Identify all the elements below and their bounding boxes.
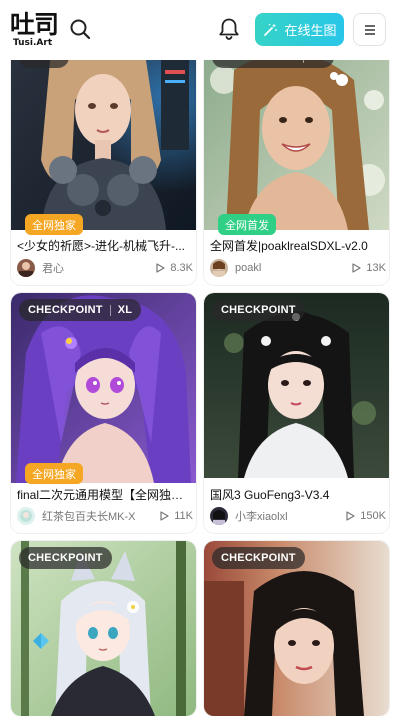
model-type-badge: CHECKPOINT — [212, 299, 305, 321]
model-card[interactable]: CHECKPOINT XL 全网独家 final二次元通用模型【全网独家... 红… — [11, 293, 196, 533]
play-icon — [346, 511, 355, 521]
model-card[interactable]: CHECKPOINT 国风3 GuoFeng3-V3.4 小李xiaolxl 1… — [204, 293, 389, 533]
top-bar: 吐司 Tusi.Art 在线生图 — [0, 0, 400, 60]
search-icon[interactable] — [68, 17, 92, 41]
generate-online-label: 在线生图 — [284, 23, 337, 38]
avatar[interactable] — [210, 507, 228, 525]
magic-wand-icon — [264, 23, 278, 36]
author-name[interactable]: 小李xiaolxl — [235, 508, 345, 524]
author-name[interactable]: 红茶包百夫长MK-X — [42, 508, 159, 524]
logo-text: 吐司 — [10, 10, 59, 39]
model-card[interactable]: CHECKPOINT — [11, 541, 196, 716]
generate-online-button[interactable]: 在线生图 — [255, 13, 344, 46]
model-title[interactable]: 全网首发|poaklrealSDXL-v2.0 — [210, 237, 384, 254]
model-meta: 小李xiaolxl 150K — [210, 506, 386, 526]
model-card[interactable]: CHECKPOINTXL 全网首发 全网首发|poaklrealSDXL-v2.… — [204, 40, 389, 285]
menu-icon[interactable] — [353, 13, 386, 46]
avatar[interactable] — [17, 507, 35, 525]
play-icon — [352, 263, 362, 273]
model-type-badge: CHECKPOINT — [212, 547, 305, 569]
play-count: 13K — [351, 262, 386, 274]
model-thumbnail: CHECKPOINT — [11, 541, 196, 716]
model-thumbnail: CHECKPOINTXL — [204, 40, 389, 230]
logo-subtext: Tusi.Art — [13, 38, 53, 48]
exclusive-badge: 全网首发 — [218, 214, 276, 235]
model-card[interactable]: LORA 全网独家 <少女的祈愿>-进化-机械飞升-... 君心 8.3K — [11, 40, 196, 285]
model-thumbnail: CHECKPOINT — [204, 541, 389, 716]
model-title[interactable]: <少女的祈愿>-进化-机械飞升-... — [17, 237, 191, 254]
play-count: 11K — [159, 510, 193, 522]
model-thumbnail: CHECKPOINT — [204, 293, 389, 478]
author-name[interactable]: 君心 — [42, 260, 155, 276]
play-icon — [160, 511, 169, 521]
exclusive-badge: 全网独家 — [25, 463, 83, 484]
model-meta: 君心 8.3K — [17, 258, 193, 278]
model-type-badge: CHECKPOINTXL — [19, 299, 142, 321]
tusi-logo[interactable]: 吐司 Tusi.Art — [10, 10, 62, 49]
model-card[interactable]: CHECKPOINT — [204, 541, 389, 716]
play-icon — [156, 263, 165, 273]
avatar[interactable] — [210, 259, 228, 277]
model-title[interactable]: final二次元通用模型【全网独家... — [17, 486, 191, 503]
play-count: 8.3K — [155, 262, 193, 274]
model-meta: poakl 13K — [210, 258, 386, 278]
avatar[interactable] — [17, 259, 35, 277]
exclusive-badge: 全网独家 — [25, 214, 83, 235]
play-count: 150K — [345, 510, 386, 522]
bell-icon[interactable] — [216, 16, 242, 42]
model-thumbnail: CHECKPOINTXL — [11, 293, 196, 483]
model-thumbnail: LORA — [11, 40, 196, 230]
author-name[interactable]: poakl — [235, 262, 351, 274]
model-meta: 红茶包百夫长MK-X 11K — [17, 506, 193, 526]
model-type-badge: CHECKPOINT — [19, 547, 112, 569]
model-title[interactable]: 国风3 GuoFeng3-V3.4 — [210, 486, 384, 503]
